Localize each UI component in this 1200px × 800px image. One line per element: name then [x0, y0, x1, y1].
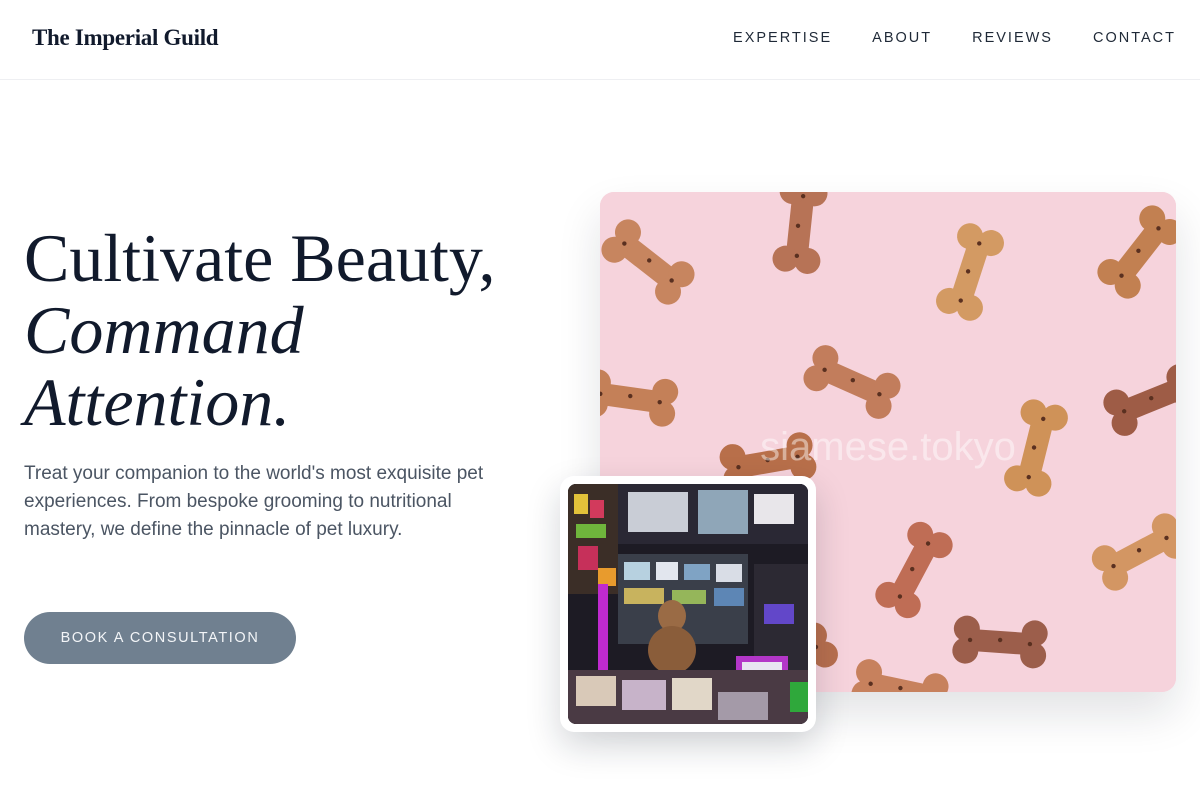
inset-photo-card — [560, 476, 816, 732]
hero-description: Treat your companion to the world's most… — [24, 463, 484, 540]
dog-in-store-image — [568, 484, 808, 724]
headline-line-3: Attention. — [24, 364, 291, 440]
main-nav: EXPERTISE ABOUT REVIEWS CONTACT — [733, 30, 1176, 46]
nav-link-reviews[interactable]: REVIEWS — [972, 30, 1053, 46]
nav-link-contact[interactable]: CONTACT — [1093, 30, 1176, 46]
headline-line-2: Command — [24, 292, 304, 368]
headline-line-1: Cultivate Beauty, — [24, 220, 496, 296]
hero-headline: Cultivate Beauty, Command Attention. — [24, 222, 584, 438]
brand-logo[interactable]: The Imperial Guild — [32, 25, 219, 51]
watermark-text: siamese.tokyo — [760, 425, 1016, 469]
nav-link-expertise[interactable]: EXPERTISE — [733, 30, 832, 46]
inset-photo-dog-in-shop — [568, 484, 808, 724]
top-navigation-bar: The Imperial Guild EXPERTISE ABOUT REVIE… — [0, 0, 1200, 80]
book-consultation-button[interactable]: BOOK A CONSULTATION — [24, 612, 296, 664]
nav-link-about[interactable]: ABOUT — [872, 30, 932, 46]
